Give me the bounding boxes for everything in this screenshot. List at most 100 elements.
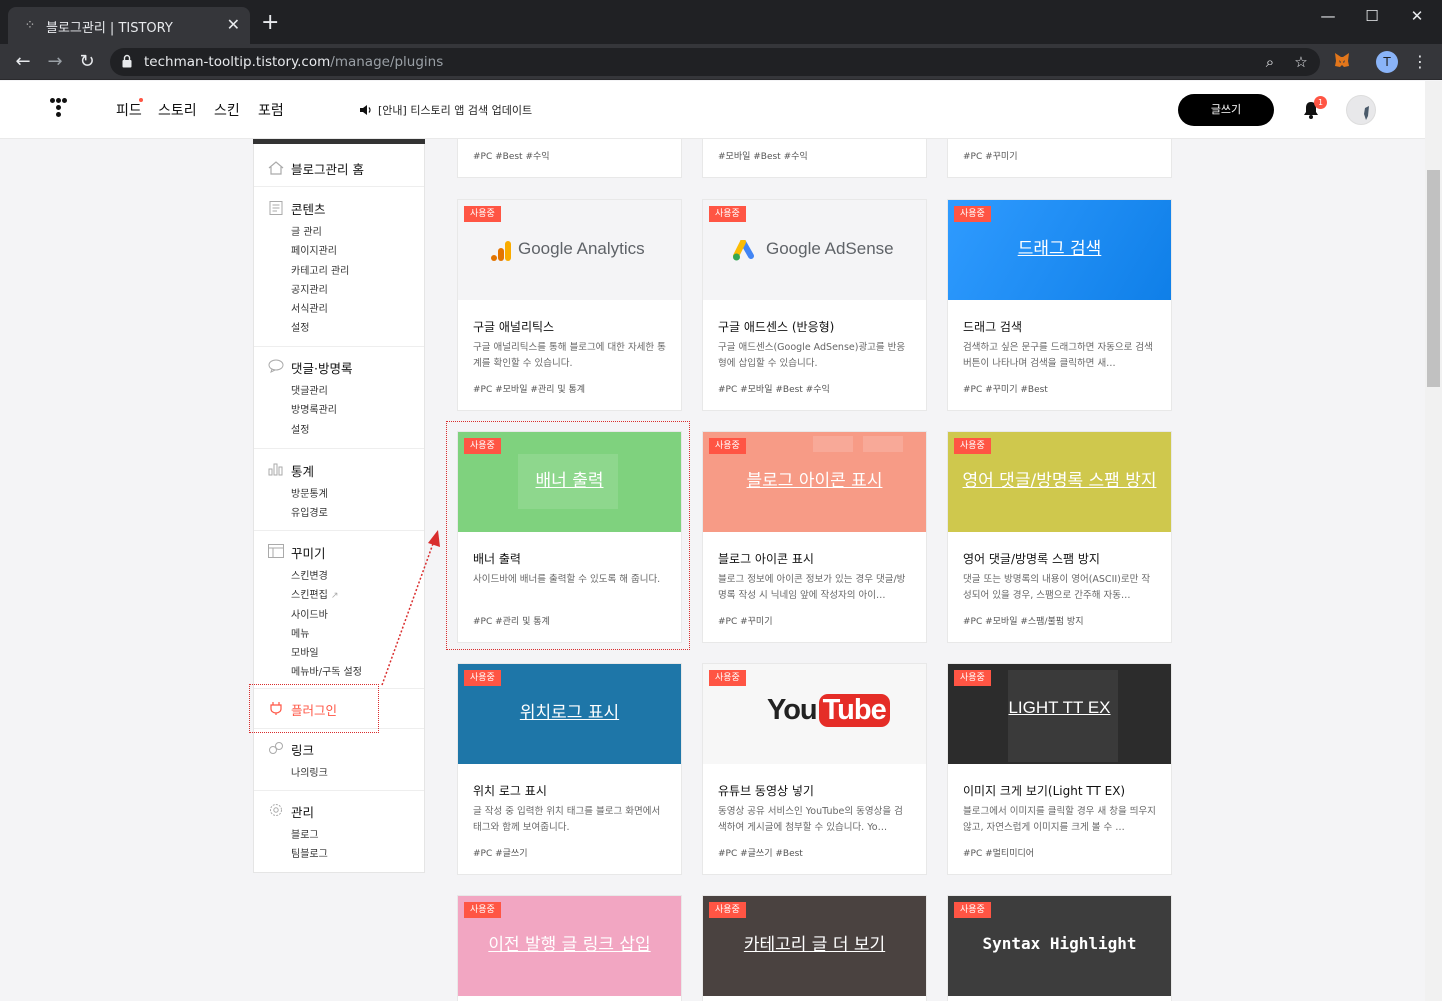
sidebar-item-visit-stats[interactable]: 방문통계 [291,485,328,500]
plugin-card-spam-block[interactable]: 영어 댓글/방명록 스팸 방지 사용중 영어 댓글/방명록 스팸 방지 댓글 또… [947,431,1172,643]
tab-title: 블로그관리 | TISTORY [46,21,173,36]
write-button[interactable]: 글쓰기 [1178,94,1274,126]
maximize-window-button[interactable]: ☐ [1357,6,1387,26]
minimize-window-button[interactable]: — [1313,6,1343,26]
sidebar-design-title[interactable]: 꾸미기 [291,543,326,562]
sidebar-item-skin-change[interactable]: 스킨변경 [291,567,328,582]
bookmark-star-icon[interactable]: ☆ [1291,52,1311,72]
card-desc: 블로그에서 이미지를 클릭할 경우 새 창을 띄우지 않고, 자연스럽게 이미지… [963,806,1156,833]
plugin-card-location-log[interactable]: 위치로그 표시 사용중 위치 로그 표시 글 작성 중 입력한 위치 태그를 블… [457,663,682,875]
card-desc: 검색하고 싶은 문구를 드래그하면 자동으로 검색 버튼이 나타나며 검색을 클… [963,342,1153,369]
sidebar-item-templates[interactable]: 서식관리 [291,300,328,315]
sidebar-item-team-blog[interactable]: 팀블로그 [291,845,328,860]
card-thumb-title: 이전 발행 글 링크 삽입 [488,935,651,955]
plugin-card-light-tt-ex[interactable]: LIGHT TT EX 사용중 이미지 크게 보기(Light TT EX) 블… [947,663,1172,875]
card-desc: 구글 애널리틱스를 통해 블로그에 대한 자세한 통계를 확인할 수 있습니다. [473,342,666,369]
notice-text: [안내] 티스토리 앱 검색 업데이트 [378,104,533,117]
plugin-card-syntax-highlight[interactable]: Syntax Highlight 사용중 [947,895,1172,1001]
plugin-card-partial[interactable]: #PC #Best #수익 [457,139,682,178]
nav-forum[interactable]: 포럼 [258,100,284,120]
sidebar-stats-title[interactable]: 통계 [291,461,314,480]
sidebar-manage-title[interactable]: 관리 [291,802,314,821]
sidebar-manage-section: 관리 블로그 팀블로그 [254,791,424,873]
bar-chart-icon [268,463,283,476]
plugin-card-google-adsense[interactable]: Google AdSense 사용중 구글 애드센스 (반응형) 구글 애드센스… [702,199,927,411]
plugin-card-drag-search[interactable]: 드래그 검색 사용중 드래그 검색 검색하고 싶은 문구를 드래그하면 자동으로… [947,199,1172,411]
url-field[interactable]: techman-tooltip.tistory.com/manage/plugi… [110,48,1320,76]
sidebar-comments-section: 댓글·방명록 댓글관리 방명록관리 설정 [254,347,424,449]
card-thumb-title: LIGHT TT EX [1008,698,1111,717]
in-use-badge: 사용중 [954,670,991,686]
sidebar-item-skin-edit[interactable]: 스킨편집 ↗ [291,586,339,601]
sidebar-item-notices[interactable]: 공지관리 [291,281,328,296]
card-name: 이미지 크게 보기(Light TT EX) [963,784,1126,798]
tistory-logo-icon[interactable] [50,98,68,120]
sidebar-item-home[interactable]: 블로그관리 홈 [291,159,364,178]
card-tags: #PC #멀티미디어 [963,849,1035,859]
nav-skin[interactable]: 스킨 [214,100,240,120]
plugin-card-partial[interactable]: #PC #꾸미기 [947,139,1172,178]
card-tags: #PC #모바일 #스팸/불펌 방지 [963,617,1084,627]
sidebar-link-title[interactable]: 링크 [291,740,314,759]
card-name: 유튜브 동영상 넣기 [718,784,814,798]
site-header: 피드 스토리 스킨 포럼 [안내] 티스토리 앱 검색 업데이트 글쓰기 1 [0,81,1425,139]
nav-story[interactable]: 스토리 [158,100,197,120]
zoom-icon[interactable]: ⌕ [1260,52,1280,72]
card-tags: #PC #글쓰기 [473,849,528,859]
back-arrow-icon[interactable]: ← [12,51,34,73]
sidebar-contents-section: 콘텐츠 글 관리 페이지관리 카테고리 관리 공지관리 서식관리 설정 [254,187,424,347]
in-use-badge: 사용중 [464,670,501,686]
sidebar-item-comments[interactable]: 댓글관리 [291,382,328,397]
sidebar-item-menubar-subscribe[interactable]: 메뉴바/구독 설정 [291,663,362,678]
new-tab-button[interactable]: + [261,12,279,34]
card-desc: 글 작성 중 입력한 위치 태그를 블로그 화면에서 태그와 함께 보여줍니다. [473,806,661,833]
reload-icon[interactable]: ↻ [76,51,98,73]
close-window-button[interactable]: ✕ [1402,6,1432,26]
sidebar-comments-title[interactable]: 댓글·방명록 [291,358,352,377]
plugin-card-prev-post-link[interactable]: 이전 발행 글 링크 삽입 사용중 [457,895,682,1001]
sidebar-item-comments-settings[interactable]: 설정 [291,421,309,436]
card-name: 구글 애널리틱스 [473,320,555,334]
forward-arrow-icon[interactable]: → [44,51,66,73]
plugin-card-partial[interactable]: #모바일 #Best #수익 [702,139,927,178]
tistory-favicon-icon: ⁘ [24,18,36,33]
card-name: 블로그 아이콘 표시 [718,552,814,566]
sidebar-item-mobile[interactable]: 모바일 [291,644,319,659]
card-name: 영어 댓글/방명록 스팸 방지 [963,552,1100,566]
sidebar-item-categories[interactable]: 카테고리 관리 [291,262,349,277]
card-tags: #PC #Best #수익 [473,152,550,162]
plugin-card-google-analytics[interactable]: Google Analytics 사용중 구글 애널리틱스 구글 애널리틱스를 … [457,199,682,411]
profile-avatar[interactable]: T [1376,51,1398,73]
sidebar-item-sidebar[interactable]: 사이드바 [291,606,328,621]
external-link-icon: ↗ [331,591,339,601]
sidebar-item-menu[interactable]: 메뉴 [291,625,309,640]
sidebar-item-guestbook[interactable]: 방명록관리 [291,401,337,416]
card-desc: 블로그 정보에 아이콘 정보가 있는 경우 댓글/방명록 작성 시 닉네임 앞에… [718,574,906,601]
browser-tab[interactable]: ⁘ 블로그관리 | TISTORY ✕ [8,7,250,44]
sidebar-contents-title[interactable]: 콘텐츠 [291,199,326,218]
nav-feed[interactable]: 피드 [116,100,142,120]
in-use-badge: 사용중 [954,438,991,454]
close-tab-icon[interactable]: ✕ [227,15,240,35]
in-use-badge: 사용중 [709,438,746,454]
card-thumb-title: Syntax Highlight [982,934,1137,953]
sidebar-item-referrers[interactable]: 유입경로 [291,504,328,519]
notice-banner[interactable]: [안내] 티스토리 앱 검색 업데이트 [360,102,532,118]
sidebar-item-my-links[interactable]: 나의링크 [291,764,328,779]
sidebar-item-contents-settings[interactable]: 설정 [291,319,309,334]
in-use-badge: 사용중 [709,206,746,222]
plugin-card-youtube[interactable]: You Tube 사용중 유튜브 동영상 넣기 동영상 공유 서비스인 YouTu… [702,663,927,875]
url-host: techman-tooltip.tistory.com [144,54,331,70]
chrome-menu-icon[interactable]: ⋮ [1412,51,1428,73]
layout-icon [268,544,284,558]
user-avatar[interactable] [1346,95,1376,125]
metamask-extension-icon[interactable] [1332,51,1352,71]
plugin-card-category-more[interactable]: 카테고리 글 더 보기 사용중 [702,895,927,1001]
sidebar-item-pages[interactable]: 페이지관리 [291,242,337,257]
in-use-badge: 사용중 [464,206,501,222]
youtube-logo-icon: You Tube [767,694,890,734]
sidebar-item-blog[interactable]: 블로그 [291,826,319,841]
sidebar-item-posts[interactable]: 글 관리 [291,223,322,238]
plugin-card-blog-icon[interactable]: 블로그 아이콘 표시 사용중 블로그 아이콘 표시 블로그 정보에 아이콘 정보… [702,431,927,643]
scrollbar-thumb[interactable] [1427,170,1440,387]
